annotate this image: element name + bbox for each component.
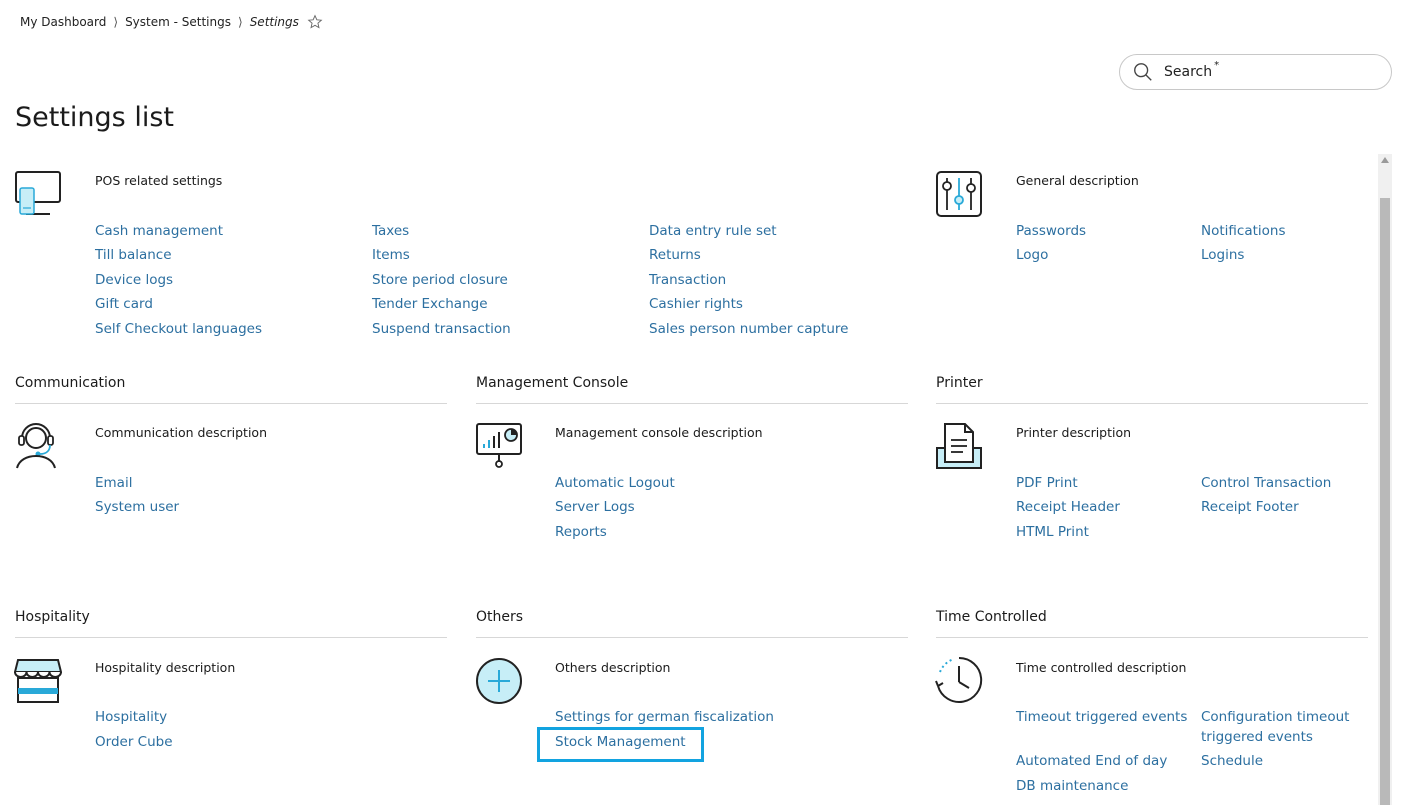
link-self-checkout-languages[interactable]: Self Checkout languages <box>95 319 262 339</box>
link-items[interactable]: Items <box>372 245 410 265</box>
section-title-printer: Printer <box>936 375 983 391</box>
others-description: Others description <box>555 660 671 675</box>
link-order-cube[interactable]: Order Cube <box>95 732 173 752</box>
breadcrumb-system-settings[interactable]: System - Settings <box>125 15 231 29</box>
scrollbar[interactable] <box>1378 154 1392 805</box>
section-divider <box>15 403 447 404</box>
section-divider <box>936 637 1368 638</box>
headset-icon <box>16 423 56 469</box>
link-sales-person-number-capture[interactable]: Sales person number capture <box>649 319 848 339</box>
link-timeout-triggered-events[interactable]: Timeout triggered events <box>1016 707 1187 727</box>
pos-terminal-icon <box>15 171 61 215</box>
monitor-chart-icon <box>476 423 522 468</box>
link-data-entry-rule-set[interactable]: Data entry rule set <box>649 221 777 241</box>
link-automatic-logout[interactable]: Automatic Logout <box>555 473 675 493</box>
search-icon <box>1134 63 1152 81</box>
link-till-balance[interactable]: Till balance <box>95 245 172 265</box>
required-mark: * <box>1214 60 1220 71</box>
search-input[interactable]: Search * <box>1119 54 1392 90</box>
link-gift-card[interactable]: Gift card <box>95 294 153 314</box>
link-taxes[interactable]: Taxes <box>372 221 409 241</box>
stock-management-highlight <box>537 727 704 762</box>
plus-circle-icon <box>476 658 522 704</box>
section-divider <box>936 403 1368 404</box>
link-returns[interactable]: Returns <box>649 245 701 265</box>
printer-description: Printer description <box>1016 425 1132 440</box>
section-title-time-controlled: Time Controlled <box>936 609 1047 625</box>
link-server-logs[interactable]: Server Logs <box>555 497 635 517</box>
section-title-others: Others <box>476 609 524 625</box>
link-configuration-timeout-triggered-events[interactable]: Configuration timeout triggered events <box>1201 707 1371 747</box>
breadcrumb-current: Settings <box>249 15 299 29</box>
scroll-up-arrow[interactable] <box>1381 157 1389 163</box>
general-description: General description <box>1016 173 1139 188</box>
link-email[interactable]: Email <box>95 473 132 493</box>
management-description: Management console description <box>555 425 763 440</box>
section-divider <box>15 637 447 638</box>
link-hospitality[interactable]: Hospitality <box>95 707 167 727</box>
star-icon[interactable] <box>307 14 323 30</box>
link-german-fiscalization[interactable]: Settings for german fiscalization <box>555 707 774 727</box>
section-title-management-console: Management Console <box>476 375 629 391</box>
section-title-hospitality: Hospitality <box>15 609 90 625</box>
section-divider <box>476 637 908 638</box>
link-tender-exchange[interactable]: Tender Exchange <box>372 294 488 314</box>
storefront-icon <box>14 659 62 703</box>
link-control-transaction[interactable]: Control Transaction <box>1201 473 1331 493</box>
link-logo[interactable]: Logo <box>1016 245 1048 265</box>
page-title: Settings list <box>15 102 174 133</box>
link-reports[interactable]: Reports <box>555 522 607 542</box>
link-notifications[interactable]: Notifications <box>1201 221 1286 241</box>
link-cashier-rights[interactable]: Cashier rights <box>649 294 743 314</box>
printer-icon <box>936 423 982 469</box>
link-receipt-footer[interactable]: Receipt Footer <box>1201 497 1299 517</box>
breadcrumb-my-dashboard[interactable]: My Dashboard <box>20 15 106 29</box>
section-divider <box>476 403 908 404</box>
link-transaction[interactable]: Transaction <box>649 270 726 290</box>
hospitality-description: Hospitality description <box>95 660 236 675</box>
link-automated-end-of-day[interactable]: Automated End of day <box>1016 751 1167 771</box>
communication-description: Communication description <box>95 425 267 440</box>
link-receipt-header[interactable]: Receipt Header <box>1016 497 1120 517</box>
clock-icon <box>935 656 983 703</box>
time-description: Time controlled description <box>1016 660 1187 675</box>
link-html-print[interactable]: HTML Print <box>1016 522 1089 542</box>
link-system-user[interactable]: System user <box>95 497 179 517</box>
breadcrumb: My Dashboard ⟩ System - Settings ⟩ Setti… <box>20 14 323 30</box>
link-db-maintenance[interactable]: DB maintenance <box>1016 776 1128 796</box>
link-schedule[interactable]: Schedule <box>1201 751 1263 771</box>
sliders-icon <box>936 171 982 217</box>
link-suspend-transaction[interactable]: Suspend transaction <box>372 319 511 339</box>
link-passwords[interactable]: Passwords <box>1016 221 1086 241</box>
pos-description: POS related settings <box>95 173 223 188</box>
breadcrumb-separator: ⟩ <box>238 15 243 29</box>
breadcrumb-separator: ⟩ <box>113 15 119 29</box>
link-logins[interactable]: Logins <box>1201 245 1244 265</box>
link-device-logs[interactable]: Device logs <box>95 270 173 290</box>
section-title-communication: Communication <box>15 375 126 391</box>
scrollbar-thumb[interactable] <box>1380 198 1390 805</box>
link-pdf-print[interactable]: PDF Print <box>1016 473 1078 493</box>
link-cash-management[interactable]: Cash management <box>95 221 223 241</box>
link-store-period-closure[interactable]: Store period closure <box>372 270 508 290</box>
search-placeholder: Search * <box>1164 60 1220 80</box>
